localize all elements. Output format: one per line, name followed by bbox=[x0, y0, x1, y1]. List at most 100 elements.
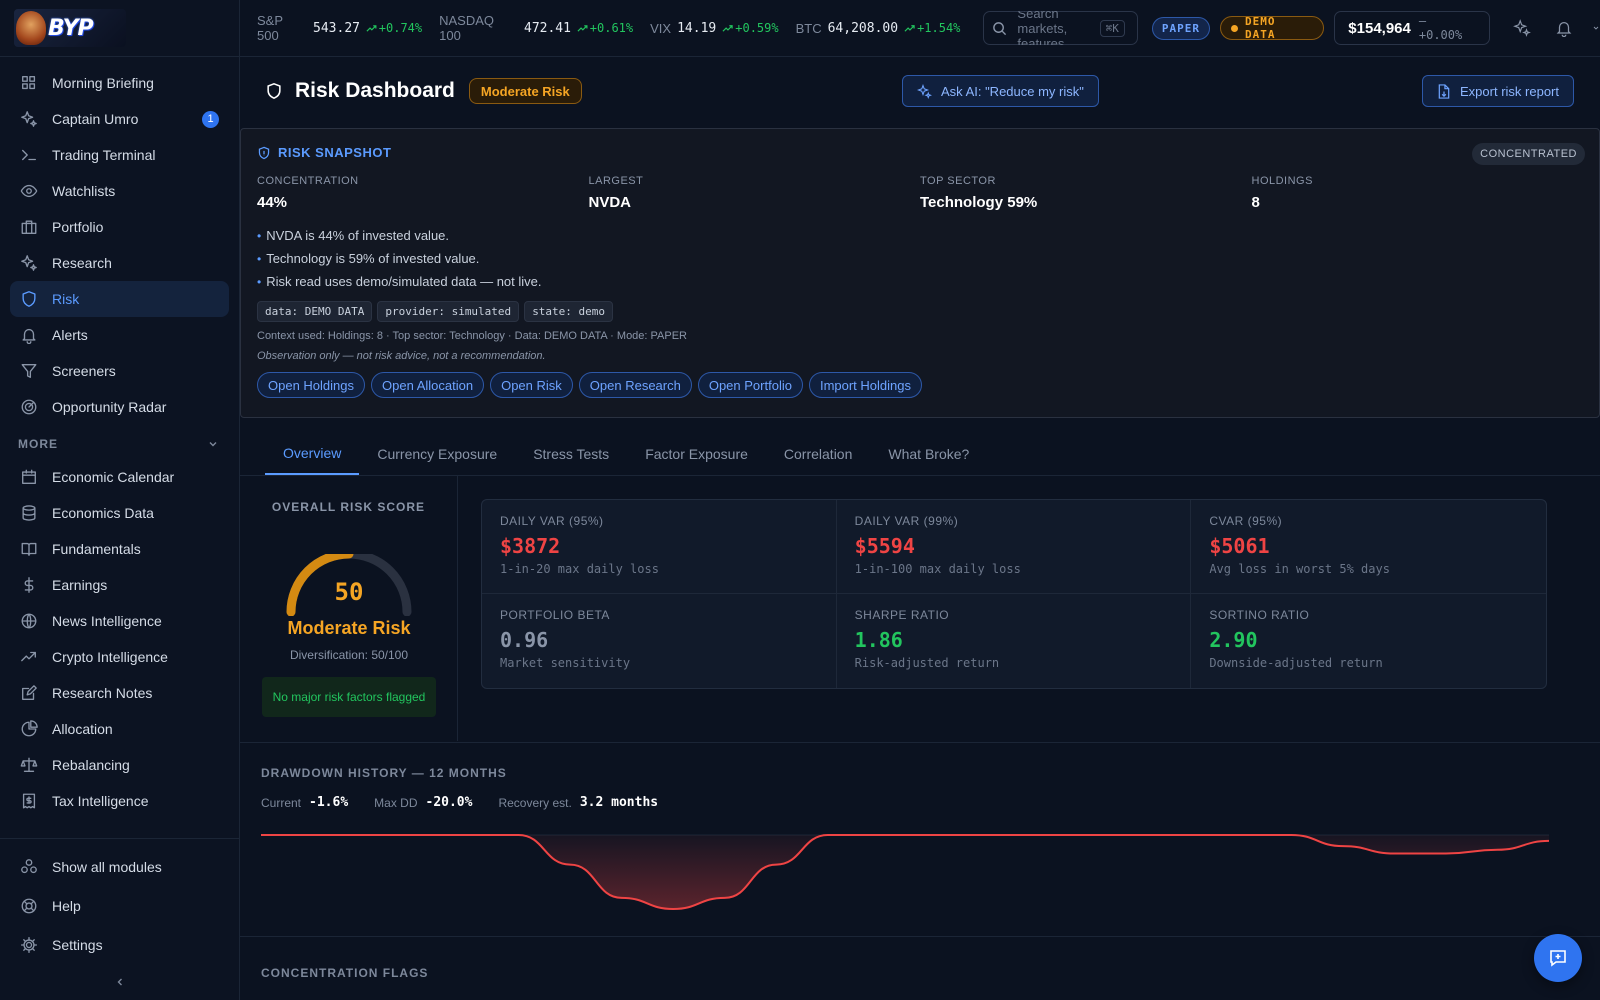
sidebar-item-captain-umro[interactable]: Captain Umro 1 bbox=[10, 101, 229, 137]
open-research-link[interactable]: Open Research bbox=[578, 372, 692, 398]
tab-overview[interactable]: Overview bbox=[265, 433, 360, 475]
receipt-icon bbox=[22, 793, 36, 809]
logo-text: BYP bbox=[48, 15, 94, 41]
risk-level-badge: Moderate Risk bbox=[468, 78, 582, 104]
score-heading: OVERALL RISK SCORE bbox=[271, 500, 426, 514]
sidebar-item-earnings[interactable]: Earnings bbox=[10, 567, 229, 603]
data-source-tag: state: demo bbox=[524, 301, 614, 322]
paper-mode-badge[interactable]: PAPER bbox=[1151, 16, 1211, 40]
stat-value: Technology 59% bbox=[920, 194, 1038, 211]
gear-icon-wrap bbox=[20, 936, 38, 954]
sidebar-item-tax-intelligence[interactable]: Tax Intelligence bbox=[10, 783, 229, 819]
sidebar-item-label: Allocation bbox=[52, 721, 113, 737]
tab-correlation[interactable]: Correlation bbox=[766, 433, 870, 475]
sparkle-icon bbox=[917, 83, 932, 99]
risk-snapshot-card: RISK SNAPSHOT CONCENTRATED CONCENTRATION… bbox=[240, 128, 1600, 418]
app-logo[interactable]: BYP bbox=[14, 9, 126, 47]
sidebar-item-screeners[interactable]: Screeners bbox=[10, 353, 229, 389]
logo-area: BYP bbox=[0, 0, 239, 57]
chat-assistant-button[interactable] bbox=[1534, 934, 1582, 982]
sidebar-item-label: Settings bbox=[52, 936, 103, 953]
sidebar-item-fundamentals[interactable]: Fundamentals bbox=[10, 531, 229, 567]
search-box[interactable]: Search markets, features... ⌘K bbox=[983, 11, 1138, 45]
metric-caption: Downside-adjusted return bbox=[1209, 656, 1383, 670]
more-section-header[interactable]: MORE bbox=[0, 429, 239, 459]
sidebar-item-trading-terminal[interactable]: Trading Terminal bbox=[10, 137, 229, 173]
lifebuoy-icon-wrap bbox=[20, 897, 38, 915]
top-bar: S&P 500 543.27 +0.74% NASDAQ 100 472.41 +0.61… bbox=[240, 0, 1600, 57]
gear-icon bbox=[20, 936, 38, 953]
ticker-nasdaq-100[interactable]: NASDAQ 100 472.41 +0.61% bbox=[439, 13, 633, 43]
ticker-btc[interactable]: BTC 64,208.00 +1.54% bbox=[796, 13, 961, 43]
sidebar-item-show-all-modules[interactable]: Show all modules bbox=[10, 847, 230, 886]
sparkle-icon-wrap bbox=[20, 254, 38, 272]
snapshot-stats: CONCENTRATION 44% LARGEST NVDA TOP SECTOR Tec… bbox=[257, 175, 1583, 211]
snapshot-bullet: • Risk read uses demo/simulated data — no… bbox=[257, 270, 1583, 293]
metric-portfolio-beta: PORTFOLIO BETA 0.96 Market sensitivity bbox=[482, 594, 837, 688]
ticker-symbol: VIX bbox=[650, 20, 672, 36]
sidebar-item-allocation[interactable]: Allocation bbox=[10, 711, 229, 747]
import-holdings-link[interactable]: Import Holdings bbox=[808, 372, 922, 398]
stat-concentration: CONCENTRATION 44% bbox=[257, 175, 589, 211]
grid-icon bbox=[22, 76, 36, 90]
sidebar-item-research[interactable]: Research bbox=[10, 245, 229, 281]
metric-label: PORTFOLIO BETA bbox=[500, 608, 610, 622]
tab-what-broke[interactable]: What Broke? bbox=[870, 433, 987, 475]
snapshot-title: RISK SNAPSHOT bbox=[278, 145, 392, 160]
demo-data-badge[interactable]: DEMO DATA bbox=[1220, 15, 1325, 41]
bell-icon-wrap bbox=[20, 326, 38, 344]
notification-badge: 1 bbox=[202, 110, 219, 128]
sidebar-item-alerts[interactable]: Alerts bbox=[10, 317, 229, 353]
metric-value: $5594 bbox=[854, 534, 915, 558]
open-holdings-link[interactable]: Open Holdings bbox=[257, 372, 365, 398]
metric-caption: Risk-adjusted return bbox=[854, 656, 1000, 670]
context-line: Context used: Holdings: 8 · Top sector: … bbox=[257, 330, 688, 342]
sidebar-item-help[interactable]: Help bbox=[10, 886, 230, 925]
page-header: Risk Dashboard Moderate Risk Ask AI: "Re… bbox=[240, 57, 1600, 125]
sidebar-item-opportunity-radar[interactable]: Opportunity Radar bbox=[10, 389, 229, 425]
sidebar-item-watchlists[interactable]: Watchlists bbox=[10, 173, 229, 209]
sidebar-item-economics-data[interactable]: Economics Data bbox=[10, 495, 229, 531]
sidebar-item-settings[interactable]: Settings bbox=[10, 925, 230, 964]
sidebar-item-portfolio[interactable]: Portfolio bbox=[10, 209, 229, 245]
ticker-s-p-500[interactable]: S&P 500 543.27 +0.74% bbox=[257, 13, 422, 43]
sidebar-item-morning-briefing[interactable]: Morning Briefing bbox=[10, 65, 229, 101]
current-dd-label: Current bbox=[261, 795, 302, 810]
sidebar-item-label: Trading Terminal bbox=[52, 147, 156, 163]
ai-sparkle-button[interactable] bbox=[1512, 18, 1532, 38]
sidebar-item-risk[interactable]: Risk bbox=[10, 281, 229, 317]
search-placeholder[interactable]: Search markets, features... bbox=[1017, 11, 1087, 45]
sidebar-item-crypto-intelligence[interactable]: Crypto Intelligence bbox=[10, 639, 229, 675]
account-balance[interactable]: $154,964 — +0.00% bbox=[1334, 11, 1491, 45]
sidebar-item-economic-calendar[interactable]: Economic Calendar bbox=[10, 459, 229, 495]
tab-stress-tests[interactable]: Stress Tests bbox=[515, 433, 627, 475]
open-risk-link[interactable]: Open Risk bbox=[490, 372, 573, 398]
export-report-button[interactable]: Export risk report bbox=[1422, 75, 1574, 107]
sidebar-item-label: Help bbox=[52, 897, 81, 914]
modules-icon bbox=[21, 858, 37, 873]
sidebar-item-news-intelligence[interactable]: News Intelligence bbox=[10, 603, 229, 639]
bullet-text: Technology is 59% of invested value. bbox=[266, 251, 480, 266]
tab-currency-exposure[interactable]: Currency Exposure bbox=[359, 433, 515, 475]
bullet-text: Risk read uses demo/simulated data — not… bbox=[266, 274, 542, 289]
ticker-symbol: NASDAQ 100 bbox=[439, 13, 495, 43]
metric-label: SHARPE RATIO bbox=[854, 608, 950, 622]
tab-factor-exposure[interactable]: Factor Exposure bbox=[627, 433, 766, 475]
metric-label: CVAR (95%) bbox=[1209, 514, 1283, 528]
drawdown-section: DRAWDOWN HISTORY — 12 MONTHS Current -1.… bbox=[240, 742, 1600, 1000]
more-label: MORE bbox=[18, 437, 58, 451]
collapse-sidebar-button[interactable] bbox=[0, 964, 240, 1000]
drawdown-line bbox=[261, 834, 1549, 911]
demo-data-label: DEMO DATA bbox=[1244, 15, 1276, 41]
sidebar-item-rebalancing[interactable]: Rebalancing bbox=[10, 747, 229, 783]
recovery-value: 3.2 months bbox=[579, 795, 659, 810]
ticker-vix[interactable]: VIX 14.19 +0.59% bbox=[650, 13, 778, 43]
ask-ai-button[interactable]: Ask AI: "Reduce my risk" bbox=[902, 75, 1099, 107]
max-dd-value: -20.0% bbox=[425, 795, 473, 810]
open-allocation-link[interactable]: Open Allocation bbox=[371, 372, 485, 398]
sidebar-nav: Morning Briefing Captain Umro 1 Trading Ter… bbox=[0, 57, 239, 425]
sidebar-item-research-notes[interactable]: Research Notes bbox=[10, 675, 229, 711]
open-portfolio-link[interactable]: Open Portfolio bbox=[697, 372, 803, 398]
more-menu-button[interactable] bbox=[1592, 18, 1600, 38]
notifications-button[interactable] bbox=[1554, 18, 1574, 38]
